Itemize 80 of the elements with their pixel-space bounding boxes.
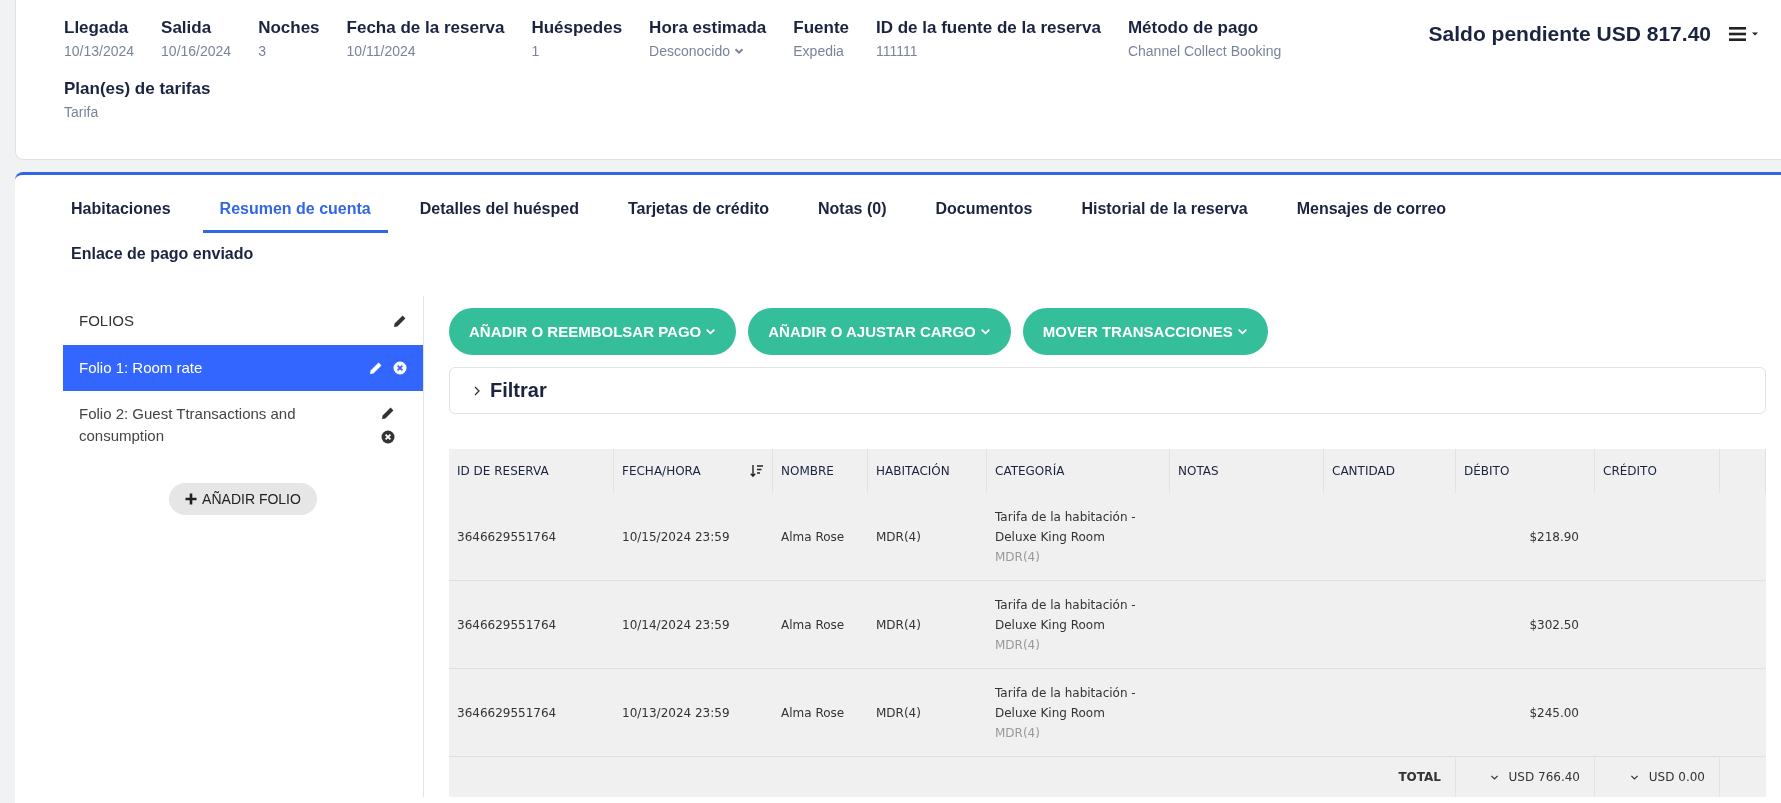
total-debit: USD 766.40 (1508, 770, 1580, 784)
table-cell: 10/15/2024 23:59 (622, 529, 730, 544)
column-header: DÉBITO (1464, 464, 1510, 478)
tab[interactable]: Tarjetas de crédito (610, 188, 786, 233)
close-icon[interactable] (381, 430, 395, 444)
field-label: Fecha de la reserva (346, 18, 505, 38)
table-cell: 10/13/2024 23:59 (622, 705, 730, 720)
table-cell: $218.90 (1529, 529, 1579, 544)
field-value: 111111 (876, 43, 919, 59)
folio-item[interactable]: Folio 2: Guest Ttransactions and consumption (63, 391, 423, 459)
field-value: 10/13/2024 (64, 43, 135, 59)
field-label: ID de la fuente de la reserva (876, 18, 1101, 38)
field-value: 1 (531, 43, 541, 59)
field-value: Tarifa (64, 104, 100, 120)
table-cell: MDR(4) (876, 705, 921, 720)
table-cell: 3646629551764 (457, 617, 557, 632)
field-value: 3 (258, 43, 267, 59)
table-cell: 3646629551764 (457, 529, 557, 544)
arrival-time-dropdown[interactable]: Desconocido (649, 43, 767, 59)
table-cell: $245.00 (1529, 705, 1579, 720)
table-cell: 10/14/2024 23:59 (622, 617, 730, 632)
chevron-down-icon (705, 326, 717, 337)
field-label: Método de pago (1127, 18, 1260, 38)
chevron-down-icon (734, 46, 745, 56)
column-header: ID DE RESERVA (457, 464, 549, 478)
table-cell: MDR(4) (876, 617, 921, 632)
chevron-right-icon (472, 384, 482, 397)
add-folio-button[interactable]: AÑADIR FOLIO (169, 483, 317, 515)
column-header: CRÉDITO (1603, 464, 1657, 478)
tab[interactable]: Historial de la reserva (1064, 188, 1265, 233)
field-value: Channel Collect Booking (1127, 43, 1282, 59)
table-cell-text: Tarifa de la habitación - Deluxe King Room (995, 508, 1137, 546)
chevron-down-icon (1236, 326, 1248, 337)
table-cell-text: MDR(4) (995, 636, 1040, 654)
table-cell-text: MDR(4) (995, 724, 1040, 742)
field-value: 10/11/2024 (346, 43, 417, 59)
tab[interactable]: Resumen de cuenta (202, 188, 388, 233)
folio-name: Folio 2: Guest Ttransactions and consumption (79, 404, 297, 446)
column-header: CATEGORÍA (995, 464, 1065, 478)
field-value: 10/16/2024 (161, 43, 232, 59)
tab[interactable]: Enlace de pago enviado (54, 233, 271, 278)
tab[interactable]: Habitaciones (54, 188, 188, 233)
field-label: Fuente (793, 18, 849, 38)
table-cell: $302.50 (1529, 617, 1579, 632)
field-label: Huéspedes (531, 18, 623, 38)
column-header: CANTIDAD (1332, 464, 1395, 478)
table-cell-text: Tarifa de la habitación - Deluxe King Room (995, 596, 1137, 634)
table-cell: Alma Rose (781, 529, 845, 544)
table-cell-text: MDR(4) (995, 548, 1040, 566)
outstanding-balance: Saldo pendiente USD 817.40 (1428, 22, 1711, 46)
total-credit: USD 0.00 (1648, 770, 1705, 784)
filter-toggle[interactable]: Filtrar (449, 367, 1766, 414)
chevron-down-icon (979, 326, 991, 337)
table-cell: Alma Rose (781, 617, 845, 632)
folios-heading: FOLIOS (79, 312, 134, 329)
pencil-icon[interactable] (393, 313, 407, 328)
field-label: Noches (258, 18, 320, 38)
plus-icon (185, 493, 198, 505)
field-label: Hora estimada (649, 18, 767, 38)
column-header: NOMBRE (781, 464, 834, 478)
field-label: Salida (161, 18, 213, 38)
tab[interactable]: Notas (0) (801, 188, 904, 233)
column-header: HABITACIÓN (876, 464, 950, 478)
column-header: NOTAS (1178, 464, 1219, 478)
folio-name: Folio 1: Room rate (79, 358, 203, 378)
sort-icon[interactable] (750, 464, 764, 478)
table-cell: MDR(4) (876, 529, 921, 544)
table-cell: 3646629551764 (457, 705, 557, 720)
tab[interactable]: Detalles del huésped (402, 188, 596, 233)
table-cell-text: Tarifa de la habitación - Deluxe King Room (995, 684, 1137, 722)
column-header: FECHA/HORA (622, 464, 701, 478)
tab[interactable]: Documentos (918, 188, 1050, 233)
total-label: TOTAL (1398, 770, 1441, 784)
pencil-icon[interactable] (381, 406, 395, 420)
tab[interactable]: Mensajes de correo (1279, 188, 1464, 233)
field-label: Plan(es) de tarifas (64, 79, 212, 99)
field-label: Llegada (64, 18, 130, 38)
field-value: Expedia (793, 43, 845, 59)
menu-button[interactable] (1729, 26, 1759, 42)
table-cell: Alma Rose (781, 705, 845, 720)
